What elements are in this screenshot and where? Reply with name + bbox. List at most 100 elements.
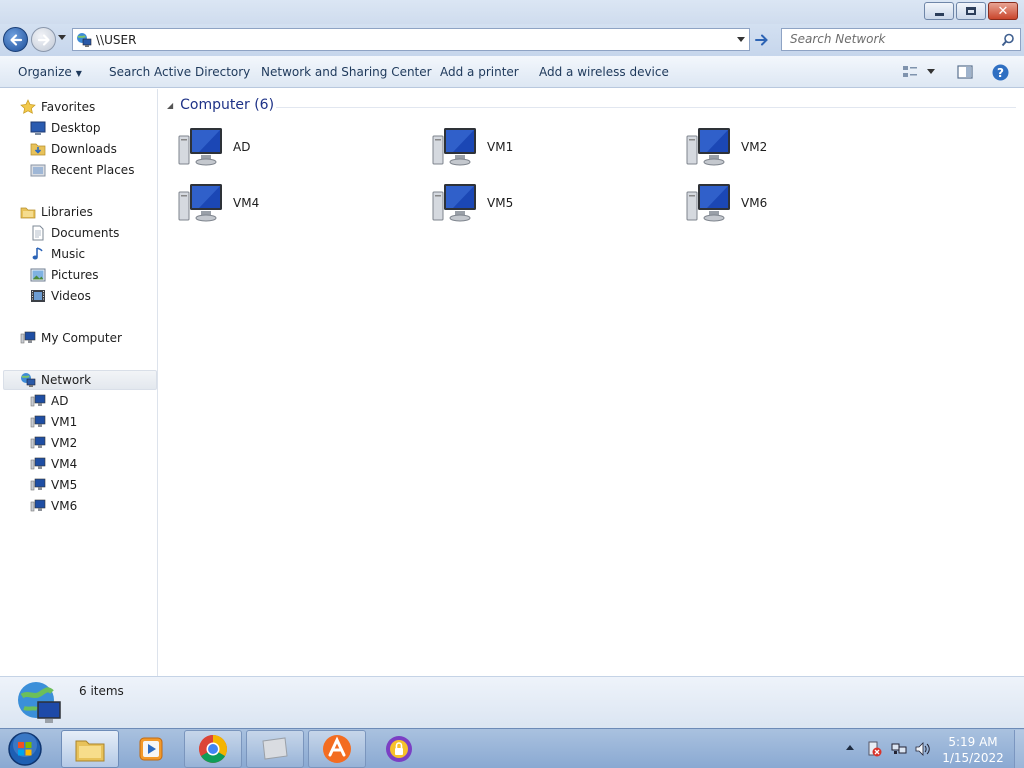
restore-icon	[966, 7, 976, 15]
nav-item-label: Documents	[51, 226, 120, 240]
address-dropdown-icon[interactable]	[737, 37, 745, 43]
computer-item-label: VM6	[741, 196, 768, 210]
nav-item-pictures[interactable]: Pictures	[30, 265, 99, 285]
nav-item-label: Downloads	[51, 142, 117, 156]
computer-item-vm6[interactable]: VM6	[685, 178, 885, 228]
nav-item-desktop[interactable]: Desktop	[30, 118, 101, 138]
taskbar-media-player[interactable]	[122, 730, 180, 768]
forward-arrow-icon	[37, 34, 50, 46]
group-header-computer[interactable]: ◢ Computer (6)	[167, 97, 274, 113]
back-button[interactable]	[3, 27, 28, 52]
details-pane: 6 items	[0, 676, 1024, 728]
nav-item-label: Videos	[51, 289, 91, 303]
organize-menu[interactable]: Organize ▼	[18, 65, 82, 79]
nav-item-documents[interactable]: Documents	[30, 223, 119, 243]
nav-item-ad[interactable]: AD	[30, 391, 68, 411]
change-view-icon[interactable]	[902, 64, 918, 80]
computer-icon	[30, 415, 46, 428]
network-sharing-center-button[interactable]: Network and Sharing Center	[261, 65, 432, 79]
view-options-dropdown-icon[interactable]	[927, 69, 935, 75]
recent-pages-dropdown-icon[interactable]	[58, 35, 66, 41]
computer-icon	[30, 394, 46, 407]
network-icon	[77, 33, 92, 47]
nav-favorites[interactable]: Favorites	[20, 97, 95, 117]
recent-places-icon	[30, 164, 46, 177]
search-active-directory-button[interactable]: Search Active Directory	[109, 65, 250, 79]
command-bar: Organize ▼ Search Active Directory Networ…	[0, 56, 1024, 88]
taskbar-avast[interactable]	[308, 730, 366, 768]
nav-item-vm2[interactable]: VM2	[30, 433, 77, 453]
network-status-icon[interactable]	[891, 741, 907, 757]
computer-item-vm5[interactable]: VM5	[431, 178, 631, 228]
nav-item-label: Pictures	[51, 268, 99, 282]
nav-item-vm5[interactable]: VM5	[30, 475, 77, 495]
taskbar-chrome[interactable]	[184, 730, 242, 768]
nav-item-recent-places[interactable]: Recent Places	[30, 160, 134, 180]
nav-item-vm6[interactable]: VM6	[30, 496, 77, 516]
start-button[interactable]	[6, 731, 44, 767]
computer-item-label: VM5	[487, 196, 514, 210]
computer-icon	[432, 184, 476, 222]
help-icon[interactable]: ?	[992, 64, 1009, 81]
nav-item-label: VM2	[51, 436, 78, 450]
computer-item-label: AD	[233, 140, 251, 154]
nav-item-vm4[interactable]: VM4	[30, 454, 77, 474]
item-count: 6 items	[79, 684, 124, 698]
nav-network[interactable]: Network	[3, 370, 157, 390]
window-controls: ✕	[924, 2, 1018, 20]
nav-item-downloads[interactable]: Downloads	[30, 139, 117, 159]
computer-item-label: VM2	[741, 140, 768, 154]
taskbar-explorer[interactable]	[61, 730, 119, 768]
nav-item-music[interactable]: Music	[30, 244, 85, 264]
nav-item-label: Music	[51, 247, 86, 261]
volume-icon[interactable]	[915, 741, 931, 757]
maximize-button[interactable]	[956, 2, 986, 20]
nav-libraries[interactable]: Libraries	[20, 202, 93, 222]
music-icon	[32, 247, 43, 260]
forward-button[interactable]	[31, 27, 56, 52]
chrome-icon	[199, 735, 227, 763]
clock-time: 5:19 AM	[948, 735, 998, 749]
content-pane: ◢ Computer (6) AD VM1 VM2 VM4 VM5 VM6	[159, 89, 1024, 676]
desktop-icon	[30, 121, 46, 135]
collapse-triangle-icon: ◢	[167, 100, 174, 110]
lock-app-icon	[386, 736, 412, 762]
taskbar-vpn[interactable]	[370, 730, 428, 768]
close-button[interactable]: ✕	[988, 2, 1018, 20]
computer-icon	[686, 184, 730, 222]
nav-network-label: Network	[41, 373, 92, 387]
media-player-icon	[139, 737, 163, 761]
address-bar[interactable]: \\USER	[72, 28, 750, 51]
search-input[interactable]	[790, 32, 995, 46]
libraries-icon	[20, 207, 36, 219]
show-desktop-button[interactable]	[1014, 730, 1024, 768]
group-header-label: Computer (6)	[180, 97, 275, 113]
search-icon[interactable]	[1001, 33, 1015, 47]
pictures-icon	[30, 268, 46, 282]
group-divider	[276, 107, 1016, 108]
add-printer-button[interactable]: Add a printer	[440, 65, 519, 79]
nav-item-videos[interactable]: Videos	[30, 286, 91, 306]
folder-icon	[75, 740, 105, 762]
show-hidden-icons-icon[interactable]	[846, 744, 854, 750]
action-center-icon[interactable]	[866, 741, 882, 757]
nav-item-vm1[interactable]: VM1	[30, 412, 77, 432]
computer-item-ad[interactable]: AD	[177, 122, 377, 172]
computer-item-vm1[interactable]: VM1	[431, 122, 631, 172]
computer-item-vm2[interactable]: VM2	[685, 122, 885, 172]
computer-icon	[178, 184, 222, 222]
search-box[interactable]	[781, 28, 1021, 51]
taskbar-app[interactable]	[246, 730, 304, 768]
organize-label: Organize	[18, 65, 72, 79]
clock[interactable]: 5:19 AM 1/15/2022	[935, 734, 1011, 766]
address-text[interactable]: \\USER	[96, 33, 136, 47]
svg-text:?: ?	[997, 66, 1004, 80]
nav-item-label: VM6	[51, 499, 78, 513]
nav-my-computer[interactable]: My Computer	[20, 328, 122, 348]
go-button[interactable]	[752, 28, 772, 51]
computer-item-vm4[interactable]: VM4	[177, 178, 377, 228]
preview-pane-icon[interactable]	[957, 64, 973, 80]
add-wireless-device-button[interactable]: Add a wireless device	[539, 65, 669, 79]
minimize-button[interactable]	[924, 2, 954, 20]
nav-favorites-label: Favorites	[41, 100, 96, 114]
